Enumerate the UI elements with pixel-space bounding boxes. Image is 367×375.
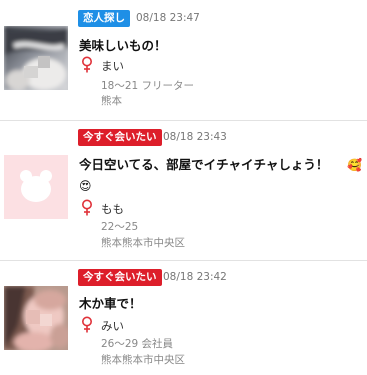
post-item[interactable]: 今すぐ会いたい 08/18 23:43 今日空いてる、部屋でイチャイチャしょう！…: [0, 121, 367, 260]
post-title[interactable]: 木か車で！: [79, 293, 142, 312]
age-occupation: 22～25: [101, 221, 139, 233]
category-badge: 今すぐ会いたい: [78, 269, 162, 286]
post-title[interactable]: 美味しいもの！: [79, 35, 167, 54]
post-item[interactable]: 恋人探し 08/18 23:47 美味しいもの！ まい 18～21 フリーター …: [0, 0, 367, 120]
age-occupation: 26～29 会社員: [101, 338, 174, 350]
user-name[interactable]: みい: [101, 318, 124, 334]
post-item[interactable]: 今すぐ会いたい 08/18 23:42 木か車で！ みい 26～29 会社員 熊…: [0, 261, 367, 375]
post-time: 08/18 23:47: [136, 12, 200, 24]
location: 熊本熊本市中央区: [101, 237, 185, 249]
post-time: 08/18 23:42: [163, 271, 227, 283]
user-name[interactable]: まい: [101, 58, 124, 74]
venus-icon: [82, 199, 92, 216]
heart-eyes-emoji: 😍: [79, 179, 92, 193]
venus-icon: [82, 316, 92, 333]
location: 熊本: [101, 95, 122, 107]
smiling-face-hearts-emoji: 🥰: [347, 158, 362, 172]
venus-icon: [82, 56, 92, 73]
age-occupation: 18～21 フリーター: [101, 80, 195, 92]
profile-thumbnail[interactable]: [4, 155, 68, 219]
category-badge: 恋人探し: [78, 10, 130, 27]
post-time: 08/18 23:43: [163, 131, 227, 143]
category-badge: 今すぐ会いたい: [78, 129, 162, 146]
profile-thumbnail[interactable]: [4, 286, 68, 350]
profile-thumbnail[interactable]: [4, 26, 68, 90]
user-name[interactable]: もも: [101, 201, 124, 217]
location: 熊本熊本市中央区: [101, 354, 185, 366]
post-title[interactable]: 今日空いてる、部屋でイチャイチャしょう！: [79, 154, 328, 173]
